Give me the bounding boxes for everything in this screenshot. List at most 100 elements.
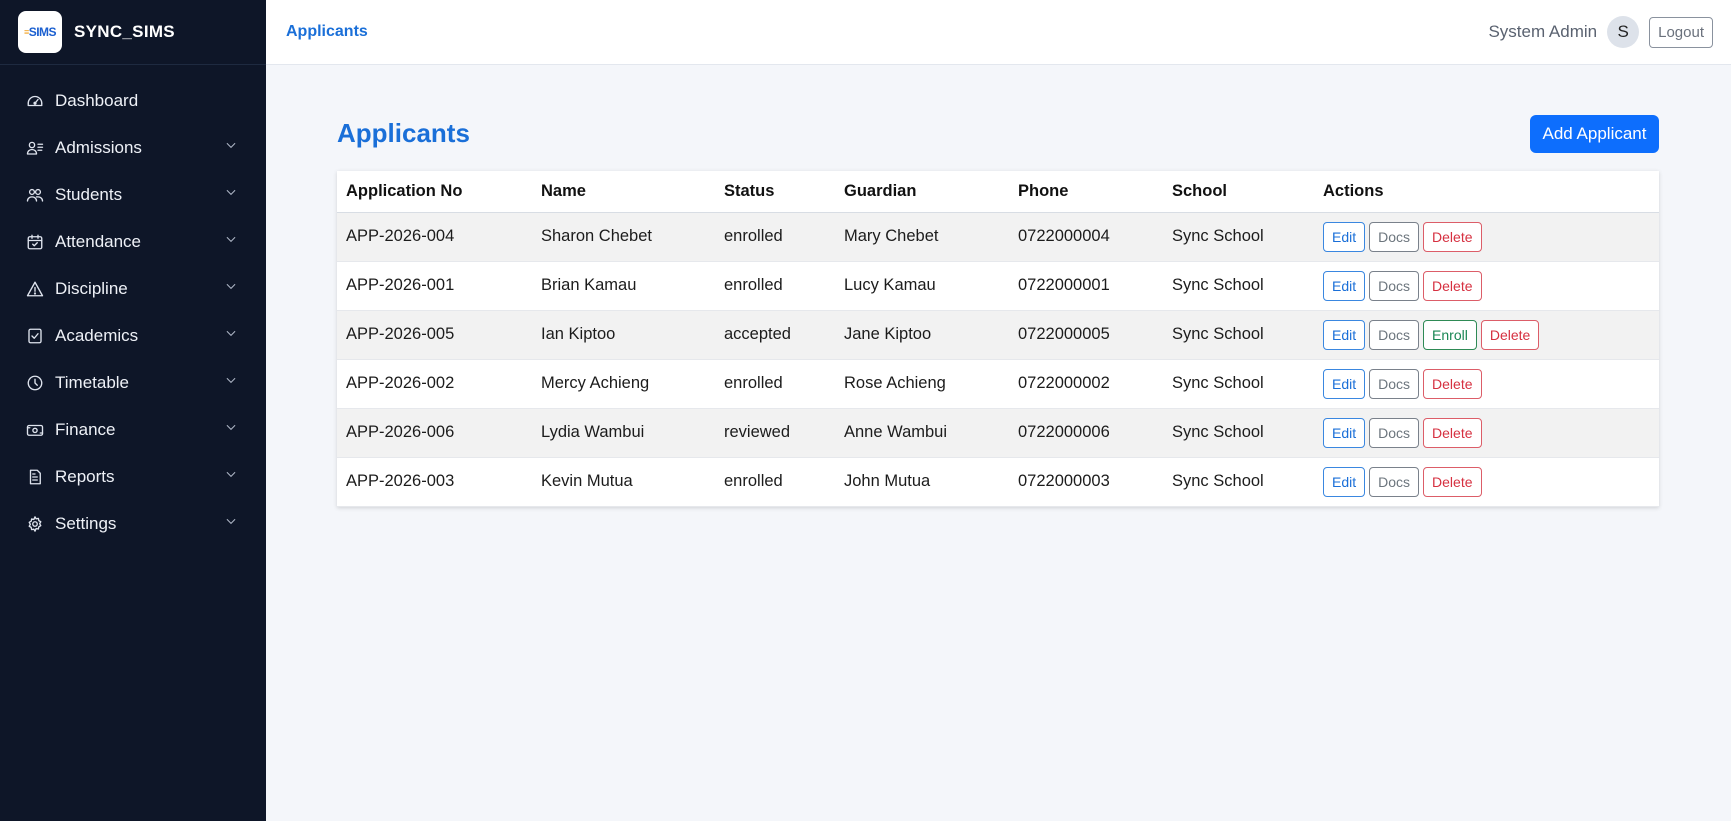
sidebar-item-attendance[interactable]: Attendance <box>0 218 266 265</box>
brand[interactable]: ≡ SIMS SYNC_SIMS <box>0 0 266 65</box>
docs-button[interactable]: Docs <box>1369 466 1420 497</box>
sidebar-item-academics[interactable]: Academics <box>0 312 266 359</box>
header-application-no: Application No <box>337 171 532 213</box>
cell-guardian: John Mutua <box>844 472 931 490</box>
breadcrumb[interactable]: Applicants <box>286 23 1488 41</box>
warning-icon <box>25 279 45 299</box>
add-applicant-button[interactable]: Add Applicant <box>1530 115 1659 153</box>
edit-button[interactable]: Edit <box>1323 221 1366 252</box>
chevron-down-icon[interactable] <box>224 326 238 345</box>
table-row: APP-2026-001 Brian Kamau enrolled Lucy Kama… <box>337 261 1659 310</box>
enroll-button[interactable]: Enroll <box>1423 319 1477 350</box>
table-row: APP-2026-004 Sharon Chebet enrolled Mary Ch… <box>337 212 1659 261</box>
header-school: School <box>1163 171 1314 213</box>
delete-button[interactable]: Delete <box>1423 466 1482 497</box>
docs-button[interactable]: Docs <box>1369 270 1420 301</box>
gear-icon <box>25 514 45 534</box>
sidebar-item-settings[interactable]: Settings <box>0 500 266 547</box>
docs-button[interactable]: Docs <box>1369 319 1420 350</box>
brand-name: SYNC_SIMS <box>74 22 175 41</box>
table-row: APP-2026-005 Ian Kiptoo accepted Jane Kipto… <box>337 310 1659 359</box>
cell-phone: 0722000004 <box>1009 212 1163 261</box>
table-header-row: Application No Name Status Guardian Phon… <box>337 171 1659 213</box>
sidebar-item-discipline[interactable]: Discipline <box>0 265 266 312</box>
edit-button[interactable]: Edit <box>1323 466 1366 497</box>
cell-status: reviewed <box>715 408 835 457</box>
delete-button[interactable]: Delete <box>1423 368 1482 399</box>
chevron-down-icon[interactable] <box>224 232 238 251</box>
cell-guardian: Anne Wambui <box>835 408 1009 457</box>
chevron-down-icon[interactable] <box>224 514 238 533</box>
edit-button[interactable]: Edit <box>1323 368 1366 399</box>
cell-name: Kevin Mutua <box>541 472 633 490</box>
sidebar-item-finance[interactable]: Finance <box>0 406 266 453</box>
delete-button[interactable]: Delete <box>1423 270 1482 301</box>
table-row: APP-2026-002 Mercy Achieng enrolled Rose Ac… <box>337 359 1659 408</box>
sidebar-item-label: Dashboard <box>55 90 139 110</box>
delete-button[interactable]: Delete <box>1423 221 1482 252</box>
sidebar-item-students[interactable]: Students <box>0 171 266 218</box>
cell-phone: 0722000003 <box>1018 472 1110 490</box>
docs-button[interactable]: Docs <box>1369 221 1420 252</box>
header-status: Status <box>715 171 835 213</box>
checkbox-icon <box>25 326 45 346</box>
sidebar-nav: Dashboard Admissions Students Attendance Dis… <box>0 65 266 547</box>
sidebar: ≡ SIMS SYNC_SIMS Dashboard Admissions Stude… <box>0 0 266 821</box>
cell-guardian: Rose Achieng <box>844 374 946 392</box>
header-guardian: Guardian <box>835 171 1009 213</box>
edit-button[interactable]: Edit <box>1323 270 1366 301</box>
table-body: APP-2026-004 Sharon Chebet enrolled Mary Ch… <box>337 212 1659 506</box>
calendar-check-icon <box>25 232 45 252</box>
sidebar-item-label: Academics <box>55 325 139 345</box>
docs-button[interactable]: Docs <box>1369 417 1420 448</box>
sidebar-item-dashboard[interactable]: Dashboard <box>0 77 266 124</box>
cell-application-no: APP-2026-005 <box>337 310 532 359</box>
edit-button[interactable]: Edit <box>1323 319 1366 350</box>
dashboard-icon <box>25 91 45 111</box>
cell-status: enrolled <box>724 374 783 392</box>
cell-actions: Edit Docs Delete <box>1314 261 1659 310</box>
cell-application-no: APP-2026-004 <box>337 212 532 261</box>
sidebar-item-label: Timetable <box>55 372 130 392</box>
cell-name: Ian Kiptoo <box>532 310 715 359</box>
topbar: Applicants System Admin S Logout <box>266 0 1731 65</box>
chevron-down-icon[interactable] <box>224 467 238 486</box>
page-title: Applicants <box>337 118 470 148</box>
edit-button[interactable]: Edit <box>1323 417 1366 448</box>
cell-actions: Edit Docs Enroll Delete <box>1314 310 1659 359</box>
cell-guardian: Mary Chebet <box>835 212 1009 261</box>
table-row: APP-2026-003 Kevin Mutua enrolled John Mutu… <box>337 457 1659 506</box>
delete-button[interactable]: Delete <box>1423 417 1482 448</box>
sidebar-item-label: Students <box>55 184 123 204</box>
chevron-down-icon[interactable] <box>224 420 238 439</box>
chevron-down-icon[interactable] <box>224 279 238 298</box>
users-icon <box>25 185 45 205</box>
user-name: System Admin <box>1488 22 1598 41</box>
cell-school: Sync School <box>1172 472 1264 490</box>
cell-name: Sharon Chebet <box>532 212 715 261</box>
sidebar-item-label: Settings <box>55 513 117 533</box>
cell-phone: 0722000002 <box>1018 374 1110 392</box>
avatar[interactable]: S <box>1607 16 1640 48</box>
cell-guardian: Lucy Kamau <box>844 276 936 294</box>
docs-button[interactable]: Docs <box>1369 368 1420 399</box>
chevron-down-icon[interactable] <box>224 185 238 204</box>
cell-phone: 0722000005 <box>1009 310 1163 359</box>
sidebar-item-timetable[interactable]: Timetable <box>0 359 266 406</box>
chevron-down-icon[interactable] <box>224 138 238 157</box>
sidebar-item-reports[interactable]: Reports <box>0 453 266 500</box>
applicants-table: Application No Name Status Guardian Phon… <box>337 171 1659 507</box>
report-icon <box>25 467 45 487</box>
sidebar-item-label: Finance <box>55 419 116 439</box>
cell-status: enrolled <box>724 472 783 490</box>
chevron-down-icon[interactable] <box>224 373 238 392</box>
sidebar-item-label: Reports <box>55 466 115 486</box>
logout-button[interactable]: Logout <box>1649 16 1713 48</box>
cell-application-no: APP-2026-006 <box>337 408 532 457</box>
cell-guardian: Jane Kiptoo <box>835 310 1009 359</box>
sidebar-item-admissions[interactable]: Admissions <box>0 124 266 171</box>
cell-actions: Edit Docs Delete <box>1314 212 1659 261</box>
cash-icon <box>25 420 45 440</box>
delete-button[interactable]: Delete <box>1480 319 1540 350</box>
cell-application-no: APP-2026-001 <box>346 276 455 294</box>
